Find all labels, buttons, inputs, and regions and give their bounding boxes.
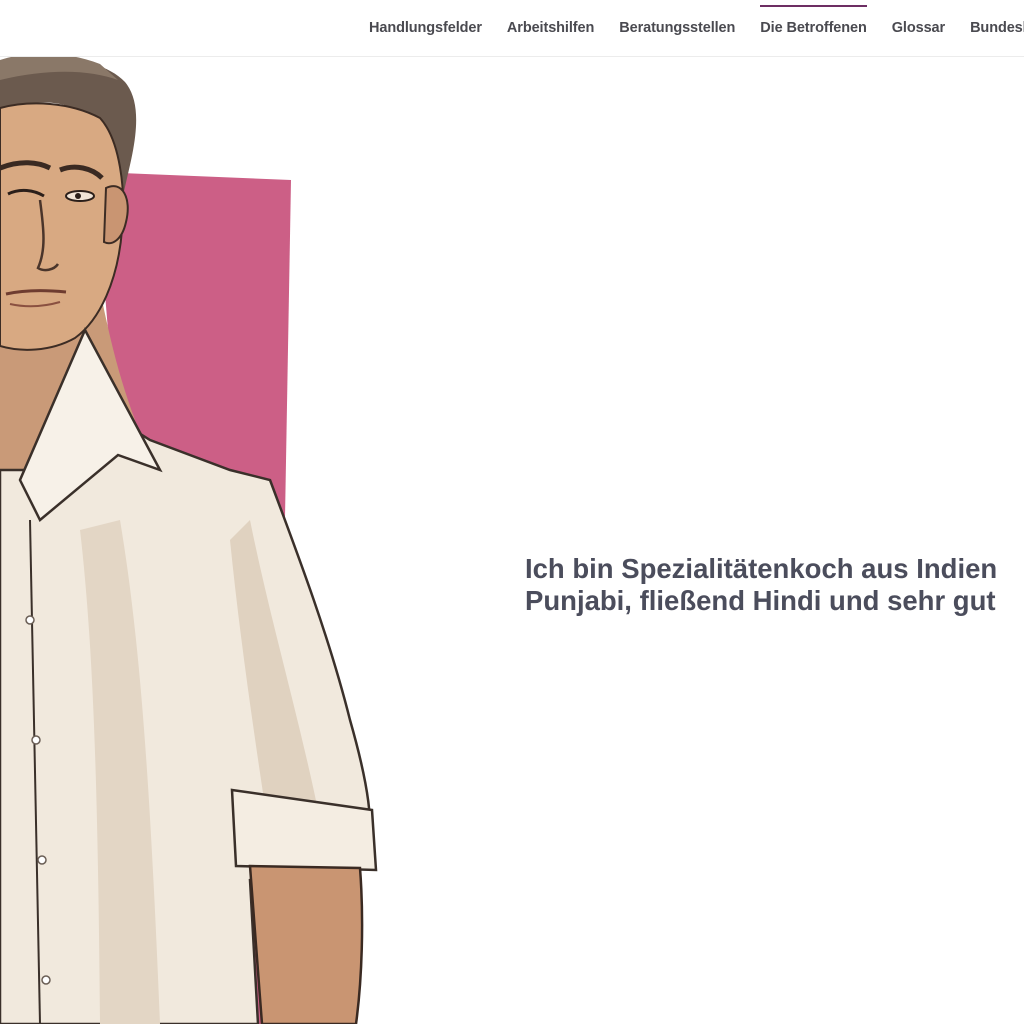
nav-item-arbeitshilfen[interactable]: Arbeitshilfen (507, 20, 594, 36)
forearm-shape (248, 864, 364, 1024)
shirt-button (37, 855, 47, 865)
nav-item-handlungsfelder[interactable]: Handlungsfelder (369, 20, 482, 36)
quote-text: Ich bin Spezialitätenkoch aus Indien Pun… (525, 553, 1024, 617)
quote-line-2: Punjabi, fließend Hindi und sehr gut (525, 584, 996, 616)
nav-item-glossar[interactable]: Glossar (892, 20, 945, 36)
nav-item-bundesland[interactable]: Bundesland (970, 20, 1024, 36)
top-navigation-bar: Handlungsfelder Arbeitshilfen Beratungss… (0, 0, 1024, 57)
shirt-button (41, 975, 51, 985)
hero-illustration (0, 56, 480, 1024)
main-menu: Handlungsfelder Arbeitshilfen Beratungss… (369, 0, 1024, 56)
nav-item-die-betroffenen[interactable]: Die Betroffenen (760, 5, 868, 36)
shirt-button (31, 735, 41, 745)
shirt-button (25, 615, 35, 625)
man-portrait-image (0, 56, 378, 1024)
page: Handlungsfelder Arbeitshilfen Beratungss… (0, 0, 1024, 1024)
quote-line-1: Ich bin Spezialitätenkoch aus Indien (525, 552, 998, 584)
nav-item-beratungsstellen[interactable]: Beratungsstellen (619, 20, 735, 36)
